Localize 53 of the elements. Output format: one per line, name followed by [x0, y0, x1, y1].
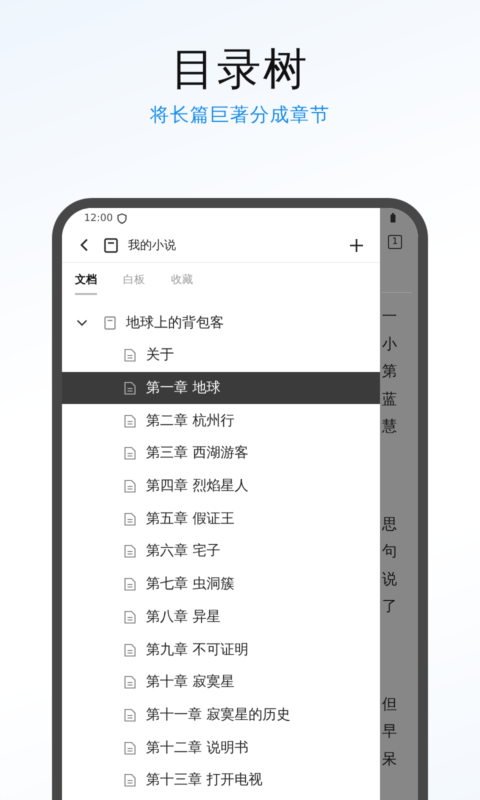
tree-item[interactable]: 第四章 烈焰星人: [62, 470, 380, 502]
tree-item[interactable]: 第八章 异星: [62, 600, 380, 634]
headline-subtitle: 将长篇巨著分成章节: [150, 103, 330, 128]
tree-item[interactable]: 第九章 不可证明: [62, 633, 380, 666]
page-text: 思: [382, 514, 397, 534]
page-text: 了: [382, 596, 397, 617]
document-icon: [124, 577, 136, 592]
page-text: 小: [382, 334, 397, 354]
tree-item[interactable]: 第十一章 寂寞星的历史: [62, 698, 380, 732]
headline-title: 目录树: [171, 43, 309, 97]
book-icon: [104, 316, 116, 330]
tree-item[interactable]: 第三章 西湖游客: [62, 437, 380, 470]
document-icon: [124, 446, 136, 460]
status-time: 12:00: [84, 212, 113, 224]
document-icon: [124, 773, 136, 788]
page-text: 但: [382, 694, 397, 714]
tree-item[interactable]: 第一章 地球: [62, 372, 380, 404]
page-text: 呆: [382, 748, 397, 770]
tree-item[interactable]: 第六章 宅子: [62, 535, 380, 568]
document-icon: [124, 512, 136, 526]
add-icon[interactable]: [349, 238, 364, 252]
battery-icon: [390, 213, 396, 223]
document-icon: [124, 544, 136, 558]
tree-item[interactable]: 第七章 虫洞簇: [62, 568, 380, 600]
page-text: 慧: [382, 416, 397, 437]
tree-item[interactable]: 第二章 杭州行: [62, 404, 380, 438]
document-icon: [124, 708, 136, 722]
tree-item[interactable]: 第十二章 说明书: [62, 731, 380, 764]
document-icon: [124, 381, 136, 396]
page-text: 一: [382, 306, 397, 327]
document-icon: [124, 675, 136, 690]
book-icon: [104, 238, 118, 252]
document-icon: [124, 642, 136, 657]
back-icon[interactable]: [79, 238, 89, 252]
page-text: 句: [382, 541, 397, 562]
page-count[interactable]: 1: [388, 235, 402, 249]
tree-item[interactable]: 地球上的背包客: [62, 307, 380, 339]
tree-item[interactable]: 第十章 寂寞星: [62, 666, 380, 699]
shield-icon: [116, 212, 127, 224]
page-text: 早: [382, 721, 397, 742]
page-text: 蓝: [382, 388, 397, 410]
tree-item[interactable]: 第五章 假证王: [62, 502, 380, 536]
tree-item[interactable]: 关于: [62, 339, 380, 372]
page-text: 第: [382, 361, 397, 382]
document-icon: [124, 479, 136, 494]
document-icon: [124, 348, 136, 362]
app-title: 我的小说: [128, 236, 177, 254]
tab[interactable]: 文档: [75, 271, 97, 295]
tree-item[interactable]: 第十三章 打开电视: [62, 764, 380, 797]
document-icon: [124, 740, 136, 755]
document-icon: [124, 610, 136, 624]
document-icon: [124, 414, 136, 428]
page-text: 说: [382, 568, 397, 590]
